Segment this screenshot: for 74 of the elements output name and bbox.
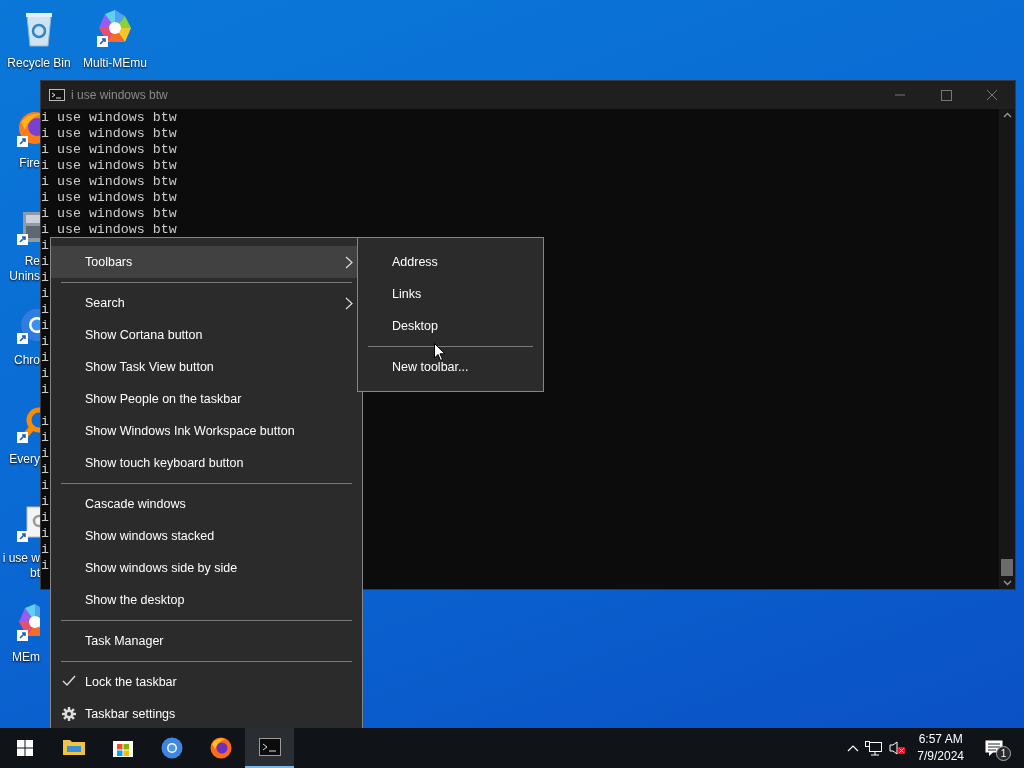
desktop-icon-label[interactable]: Re bbox=[24, 254, 40, 269]
scrollbar-thumb[interactable] bbox=[1001, 559, 1013, 576]
firefox-icon bbox=[209, 737, 232, 759]
console-icon bbox=[258, 736, 281, 758]
settings-icon bbox=[62, 707, 76, 721]
console-line: i bbox=[41, 446, 49, 462]
close-icon bbox=[986, 89, 998, 101]
menu-item[interactable]: Taskbar settings bbox=[51, 698, 362, 730]
pinwheel-icon[interactable] bbox=[15, 602, 40, 642]
console-line: i bbox=[41, 462, 49, 478]
menu-item[interactable]: Lock the taskbar bbox=[51, 666, 362, 698]
volume-muted-icon bbox=[889, 740, 907, 756]
desktop-icon-label[interactable]: MEm bbox=[12, 650, 40, 665]
scrollbar[interactable] bbox=[999, 109, 1015, 589]
desktop-icon-label[interactable]: Chro bbox=[14, 353, 40, 368]
desktop-icon-label[interactable]: i use w bbox=[2, 551, 40, 566]
menu-item[interactable]: Cascade windows bbox=[51, 488, 362, 520]
menu-item[interactable]: Show the desktop bbox=[51, 584, 362, 616]
console-line: i bbox=[41, 302, 49, 318]
window-title: i use windows btw bbox=[71, 87, 168, 104]
desktop-icon-label[interactable]: Recycle Bin bbox=[7, 56, 71, 71]
console-line: i bbox=[41, 254, 49, 270]
desktop-icon-label[interactable]: Every bbox=[9, 452, 40, 467]
desktop-icon-label[interactable]: Unins bbox=[9, 269, 40, 284]
browser-icon bbox=[160, 737, 183, 759]
console-line: i use windows btw bbox=[41, 190, 177, 206]
console-line: i bbox=[41, 382, 49, 398]
notification-count: 1 bbox=[996, 746, 1011, 761]
console-line: i bbox=[41, 494, 49, 510]
console-icon bbox=[49, 89, 65, 101]
console-line: i bbox=[41, 270, 49, 286]
console-line: i bbox=[41, 526, 49, 542]
console-line: i bbox=[41, 430, 49, 446]
menu-item[interactable]: Show People on the taskbar bbox=[51, 383, 362, 415]
console-line: i bbox=[41, 334, 49, 350]
network-icon bbox=[865, 740, 884, 756]
chevron-up-icon bbox=[847, 743, 860, 753]
console-line: i use windows btw bbox=[41, 206, 177, 222]
menu-item[interactable]: Show windows stacked bbox=[51, 520, 362, 552]
desktop-icon-label[interactable]: Multi-MEmu bbox=[83, 56, 147, 71]
notifications-button[interactable]: 1 bbox=[972, 728, 1016, 768]
menu-item[interactable]: Show windows side by side bbox=[51, 552, 362, 584]
mouse-cursor-icon bbox=[434, 343, 446, 362]
menu-item[interactable]: Show touch keyboard button bbox=[51, 447, 362, 479]
scroll-up-icon[interactable] bbox=[1002, 112, 1012, 118]
console-line: i use windows btw bbox=[41, 158, 177, 174]
console-line: i bbox=[41, 542, 49, 558]
console-line: i use windows btw bbox=[41, 174, 177, 190]
menu-item[interactable]: Desktop bbox=[358, 310, 543, 342]
console-line: i use windows btw bbox=[41, 222, 177, 238]
console-line: i bbox=[41, 350, 49, 366]
console-line: i bbox=[41, 414, 49, 430]
document-icon[interactable] bbox=[15, 503, 40, 543]
console-line: i bbox=[41, 558, 49, 574]
console-line: i bbox=[41, 318, 49, 334]
console-line: i bbox=[41, 238, 49, 254]
windows-logo-icon bbox=[16, 740, 33, 756]
menu-item[interactable]: Links bbox=[358, 278, 543, 310]
console-line: i use windows btw bbox=[41, 142, 177, 158]
console-line: i bbox=[41, 510, 49, 526]
console-line: i bbox=[41, 286, 49, 302]
taskbar-app-button[interactable] bbox=[245, 728, 294, 768]
console-line: i bbox=[41, 478, 49, 494]
menu-item[interactable]: Show Windows Ink Workspace button bbox=[51, 415, 362, 447]
maximize-icon bbox=[940, 89, 952, 101]
menu-item[interactable]: New toolbar... bbox=[358, 351, 543, 383]
clock-button[interactable]: 6:57 AM 7/9/2024 bbox=[909, 731, 972, 765]
console-line: i use windows btw bbox=[41, 110, 177, 126]
scroll-down-icon[interactable] bbox=[1002, 580, 1012, 586]
menu-item[interactable]: Task Manager bbox=[51, 625, 362, 657]
desktop-icon-label[interactable]: Fire bbox=[19, 156, 40, 171]
desktop-icon-label[interactable]: bt bbox=[30, 566, 40, 581]
console-line: i use windows btw bbox=[41, 126, 177, 142]
console-line: i bbox=[41, 366, 49, 382]
